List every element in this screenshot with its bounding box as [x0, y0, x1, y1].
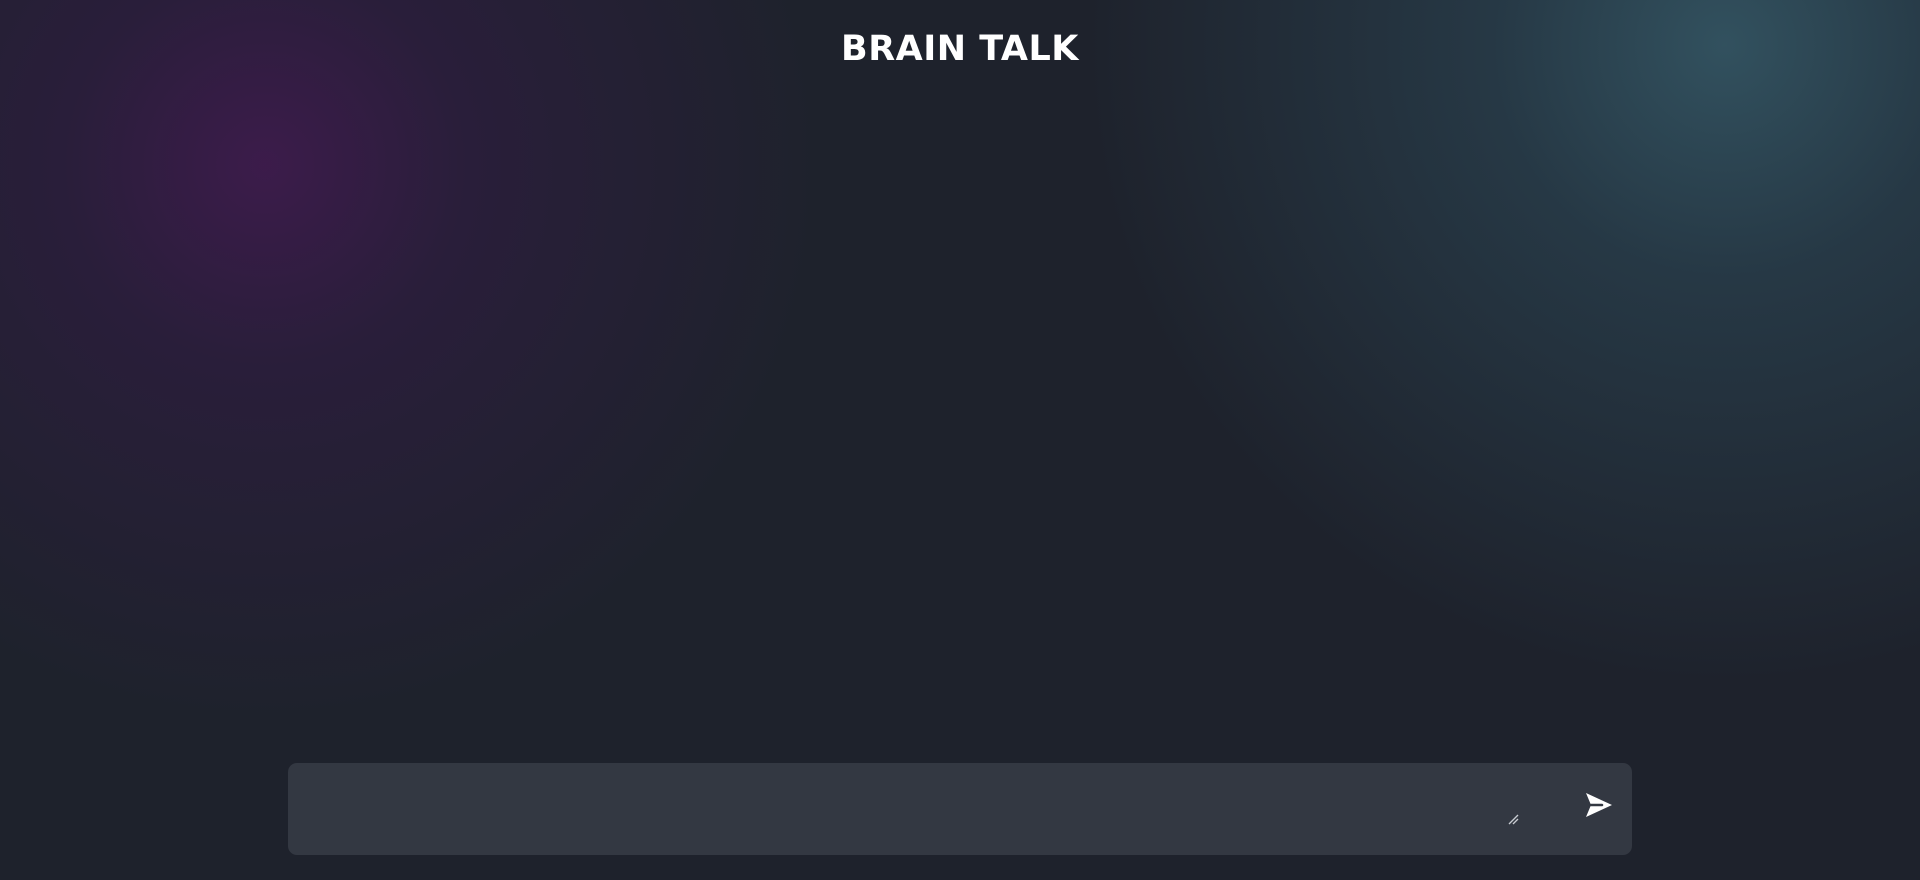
send-button[interactable]	[1572, 783, 1616, 827]
resize-handle-icon[interactable]	[1507, 812, 1519, 825]
app-header: BRAIN TALK	[0, 24, 1920, 74]
message-input[interactable]	[308, 777, 1538, 839]
send-icon	[1586, 793, 1612, 817]
chat-messages-area	[288, 100, 1632, 740]
message-composer	[288, 763, 1632, 855]
app-title: BRAIN TALK	[841, 29, 1079, 69]
